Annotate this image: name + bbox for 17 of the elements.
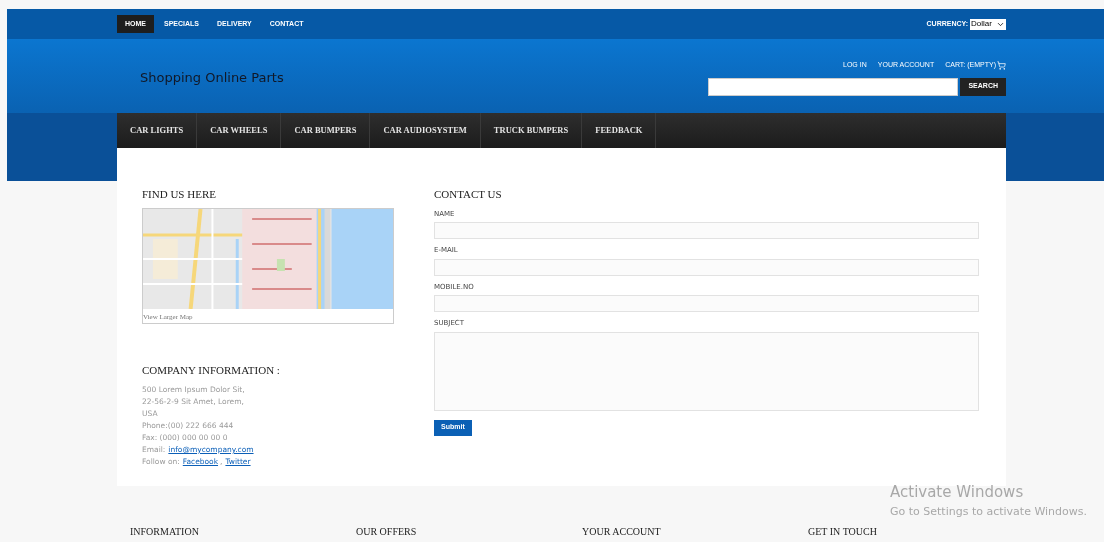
footer-heading: OUR OFFERS xyxy=(356,525,418,539)
input-field[interactable] xyxy=(434,295,979,312)
input-field[interactable] xyxy=(434,258,979,276)
section-heading: CONTACT US xyxy=(434,187,503,202)
footer-heading: INFORMATION xyxy=(130,525,200,539)
cart-icon xyxy=(997,60,1006,70)
input-field[interactable] xyxy=(434,222,979,239)
section-heading: COMPANY INFORMATION : xyxy=(142,362,281,378)
subject-field[interactable] xyxy=(434,331,979,411)
activation-title: Activate Windows xyxy=(890,482,1025,503)
search-field[interactable] xyxy=(708,77,959,96)
footer-heading: GET IN TOUCH xyxy=(808,525,878,539)
footer-heading: YOUR ACCOUNT xyxy=(582,525,662,539)
section-heading: FIND US HERE xyxy=(142,187,217,202)
currency-select[interactable]: Dollar xyxy=(970,18,1006,30)
activation-text: Go to Settings to activate Windows. xyxy=(890,503,1088,520)
site-title: Shopping Online Parts xyxy=(140,69,284,87)
